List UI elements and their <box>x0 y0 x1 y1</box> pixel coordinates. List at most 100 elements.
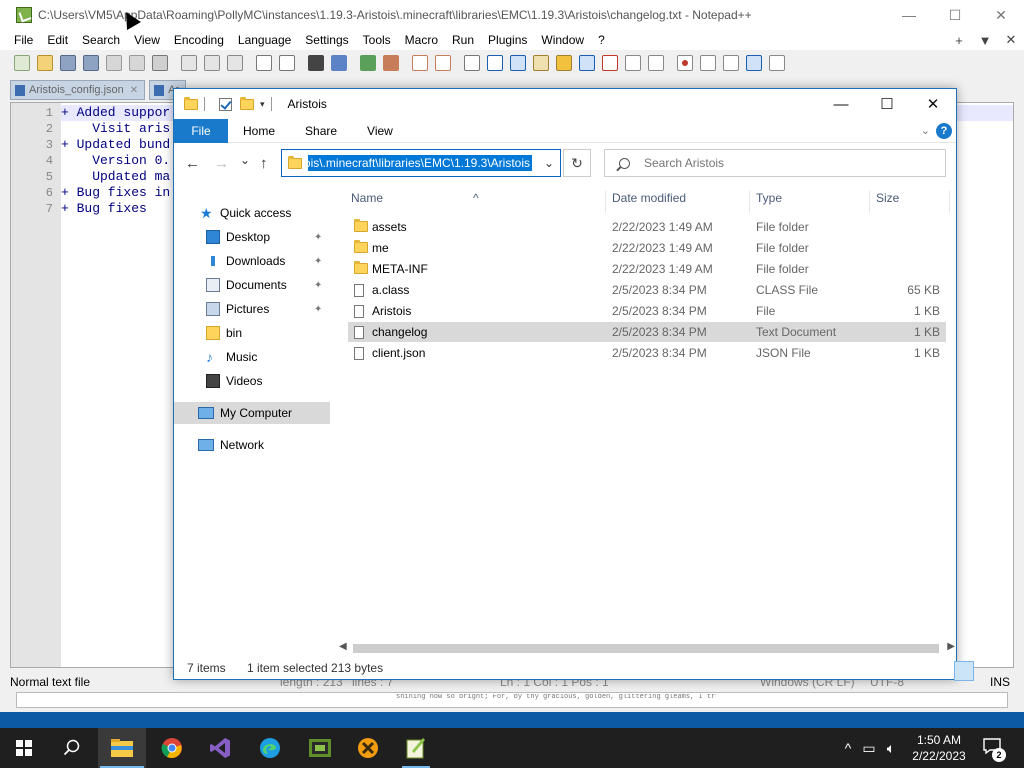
undo-icon[interactable] <box>256 55 272 71</box>
redo-icon[interactable] <box>279 55 295 71</box>
nav-documents[interactable]: Documents ✦ <box>206 274 322 296</box>
large-icons-view-icon[interactable] <box>954 661 974 681</box>
document-list-icon[interactable] <box>648 55 664 71</box>
search-button[interactable] <box>48 728 96 768</box>
status-insert-mode[interactable]: INS <box>990 675 1010 689</box>
npp-titlebar[interactable]: C:\Users\VM5\AppData\Roaming\PollyMC\ins… <box>0 0 1024 30</box>
file-row[interactable]: me 2/22/2023 1:49 AM File folder <box>348 238 946 258</box>
cut-icon[interactable] <box>181 55 197 71</box>
indent-guide-icon[interactable] <box>510 55 526 71</box>
horizontal-scrollbar[interactable]: ◀ ▶ <box>337 640 957 657</box>
column-date-modified[interactable]: Date modified <box>612 191 686 205</box>
nav-downloads[interactable]: Downloads ✦ <box>206 250 322 272</box>
customize-toolbar-chevron-icon[interactable]: ▾ <box>260 99 265 110</box>
start-button[interactable] <box>0 728 48 768</box>
pin-icon[interactable]: ✦ <box>314 304 322 315</box>
taskbar-pollymc[interactable] <box>296 728 344 768</box>
nav-videos[interactable]: Videos <box>206 370 262 392</box>
menu-file[interactable]: File <box>0 33 40 47</box>
zoom-out-icon[interactable] <box>383 55 399 71</box>
menu-window[interactable]: Window <box>534 33 591 47</box>
sync-vertical-icon[interactable] <box>412 55 428 71</box>
npp-maximize-button[interactable]: ☐ <box>932 0 978 30</box>
new-file-icon[interactable] <box>14 55 30 71</box>
print-icon[interactable] <box>152 55 168 71</box>
search-input[interactable] <box>644 156 924 170</box>
system-clock[interactable]: 1:50 AM 2/22/2023 <box>904 732 974 764</box>
nav-network[interactable]: Network <box>198 434 264 456</box>
scroll-thumb[interactable] <box>353 644 939 653</box>
play-macro-icon[interactable] <box>723 55 739 71</box>
address-history-chevron-icon[interactable]: ⌄ <box>544 156 554 170</box>
menu-help[interactable]: ? <box>591 33 612 47</box>
taskbar-visual-studio[interactable] <box>196 728 244 768</box>
nav-desktop[interactable]: Desktop ✦ <box>206 226 322 248</box>
save-all-icon[interactable] <box>83 55 99 71</box>
column-size[interactable]: Size <box>876 191 899 205</box>
taskbar-chrome[interactable] <box>148 728 196 768</box>
ribbon-tab-file[interactable]: File <box>174 118 228 143</box>
explorer-maximize-button[interactable]: ☐ <box>864 89 910 119</box>
function-list-icon[interactable] <box>579 55 595 71</box>
new-folder-icon[interactable] <box>240 96 254 110</box>
tab-close-icon[interactable]: ✕ <box>130 85 138 96</box>
find-icon[interactable] <box>308 55 324 71</box>
save-macro-icon[interactable] <box>769 55 785 71</box>
search-box[interactable] <box>604 149 946 177</box>
open-file-icon[interactable] <box>37 55 53 71</box>
nav-my-computer[interactable]: My Computer <box>174 402 330 424</box>
menu-language[interactable]: Language <box>231 33 298 47</box>
menu-tools[interactable]: Tools <box>356 33 398 47</box>
show-all-chars-icon[interactable] <box>487 55 503 71</box>
recent-locations-chevron-icon[interactable]: ⌄ <box>240 153 250 167</box>
menu-plugins[interactable]: Plugins <box>481 33 534 47</box>
taskbar-notepadpp[interactable] <box>392 728 440 768</box>
forward-arrow-icon[interactable]: → <box>214 155 229 172</box>
taskbar-file-explorer[interactable] <box>98 728 146 768</box>
nav-pictures[interactable]: Pictures ✦ <box>206 298 322 320</box>
menu-view[interactable]: View <box>127 33 167 47</box>
replace-icon[interactable] <box>331 55 347 71</box>
ribbon-tab-view[interactable]: View <box>352 124 408 138</box>
column-type[interactable]: Type <box>756 191 782 205</box>
volume-icon[interactable]: 🔈︎ <box>880 740 902 757</box>
properties-check-icon[interactable] <box>219 97 232 111</box>
close-all-icon[interactable] <box>129 55 145 71</box>
address-bar[interactable]: C:\Users\VM5\AppData\Roaming\PollyMC\ins… <box>281 149 561 177</box>
menu-settings[interactable]: Settings <box>298 33 355 47</box>
file-row[interactable]: client.json 2/5/2023 8:34 PM JSON File 1… <box>348 343 946 363</box>
file-row[interactable]: a.class 2/5/2023 8:34 PM CLASS File 65 K… <box>348 280 946 300</box>
close-document-button[interactable]: ✕ <box>998 32 1024 48</box>
menu-encoding[interactable]: Encoding <box>167 33 231 47</box>
help-icon[interactable]: ? <box>936 123 952 139</box>
nav-bin[interactable]: bin <box>206 322 242 344</box>
stop-macro-icon[interactable] <box>700 55 716 71</box>
network-icon[interactable]: ▭ <box>858 740 880 757</box>
pin-icon[interactable]: ✦ <box>314 280 322 291</box>
run-macro-multiple-icon[interactable] <box>746 55 762 71</box>
paste-icon[interactable] <box>227 55 243 71</box>
tab-aristois-config[interactable]: Aristois_config.json ✕ <box>10 80 146 100</box>
back-arrow-icon[interactable]: ← <box>185 155 200 172</box>
tray-overflow-chevron-icon[interactable]: ^ <box>838 740 858 756</box>
expand-ribbon-chevron-icon[interactable]: ⌄ <box>921 124 930 137</box>
menu-edit[interactable]: Edit <box>40 33 75 47</box>
file-row[interactable]: Aristois 2/5/2023 8:34 PM File 1 KB <box>348 301 946 321</box>
language-icon[interactable] <box>533 55 549 71</box>
tab-list-dropdown[interactable]: ▼ <box>972 33 998 48</box>
save-icon[interactable] <box>60 55 76 71</box>
ribbon-tab-home[interactable]: Home <box>228 124 290 138</box>
taskbar-edge[interactable] <box>246 728 294 768</box>
npp-minimize-button[interactable]: — <box>886 0 932 30</box>
address-path-selected[interactable]: C:\Users\VM5\AppData\Roaming\PollyMC\ins… <box>308 155 532 171</box>
scroll-right-arrow-icon[interactable]: ▶ <box>947 641 955 652</box>
copy-icon[interactable] <box>204 55 220 71</box>
file-row[interactable]: assets 2/22/2023 1:49 AM File folder <box>348 217 946 237</box>
menu-search[interactable]: Search <box>75 33 127 47</box>
word-wrap-icon[interactable] <box>464 55 480 71</box>
up-arrow-icon[interactable]: ↑ <box>260 155 268 172</box>
pin-icon[interactable]: ✦ <box>314 232 322 243</box>
nav-quick-access[interactable]: ★ Quick access <box>200 202 291 224</box>
refresh-icon[interactable]: ↻ <box>563 149 591 177</box>
nav-music[interactable]: ♪ Music <box>206 346 257 368</box>
